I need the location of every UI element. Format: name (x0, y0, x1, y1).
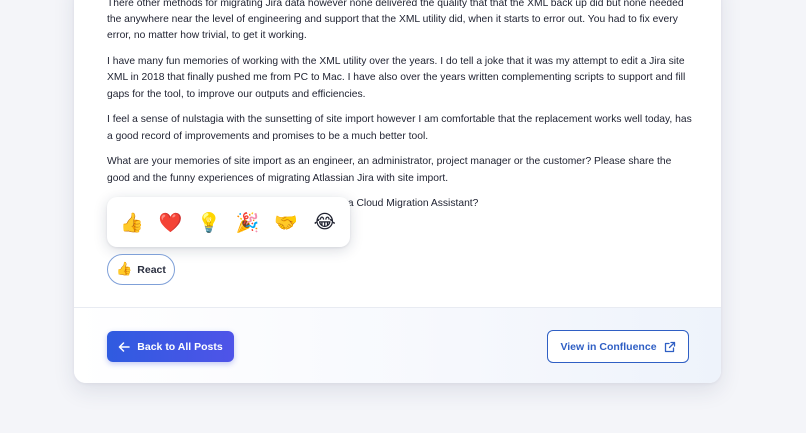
post-paragraph: I have many fun memories of working with… (107, 56, 686, 100)
react-button-label: React (137, 263, 166, 276)
lightbulb-reaction[interactable]: 💡 (194, 207, 224, 237)
back-button-label: Back to All Posts (137, 340, 223, 353)
post-footer: Back to All Posts View in Confluence (74, 307, 721, 383)
post-paragraph: What are your memories of site import as… (107, 156, 672, 184)
thumbs-up-icon: 👍 (116, 262, 133, 277)
external-link-icon (664, 341, 676, 353)
post-paragraph: There other methods for migrating Jira d… (107, 0, 684, 42)
post-paragraph: I feel a sense of nulstagia with the sun… (107, 114, 692, 142)
post-body: There other methods for migrating Jira d… (107, 0, 692, 222)
reaction-picker: 👍 ❤️ 💡 🎉 🤝 😂 (107, 197, 350, 247)
heart-reaction[interactable]: ❤️ (156, 207, 186, 237)
back-to-all-posts-button[interactable]: Back to All Posts (107, 331, 234, 362)
laughing-reaction[interactable]: 😂 (310, 207, 340, 237)
thumbs-up-reaction[interactable]: 👍 (117, 207, 147, 237)
arrow-left-icon (118, 341, 131, 353)
view-button-label: View in Confluence (560, 340, 657, 353)
party-popper-reaction[interactable]: 🎉 (233, 207, 263, 237)
react-button[interactable]: 👍 React (107, 254, 175, 285)
handshake-reaction[interactable]: 🤝 (271, 207, 301, 237)
post-card: There other methods for migrating Jira d… (74, 0, 721, 383)
view-in-confluence-button[interactable]: View in Confluence (547, 330, 689, 363)
